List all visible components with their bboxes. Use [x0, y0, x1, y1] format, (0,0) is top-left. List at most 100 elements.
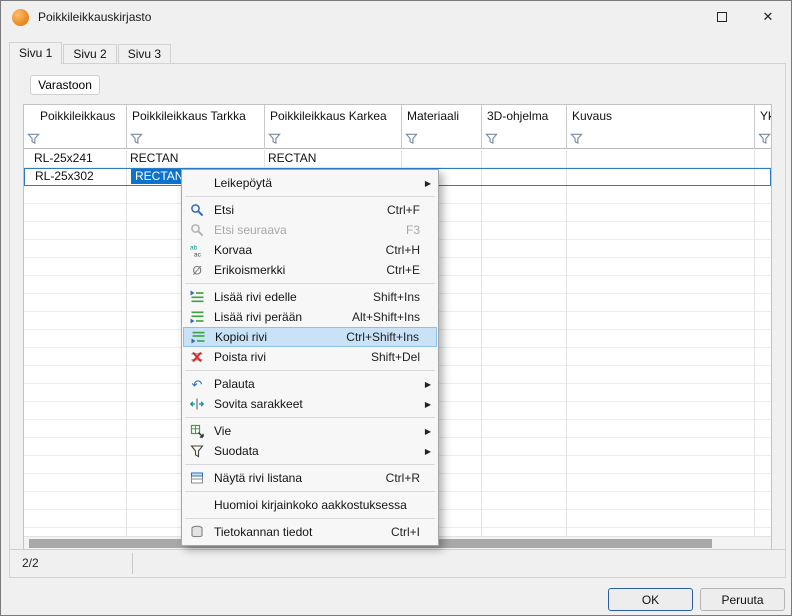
filter-funnel-icon[interactable]: [130, 132, 144, 146]
table-cell[interactable]: [482, 150, 567, 168]
tab-sivu-2[interactable]: Sivu 2: [63, 44, 116, 63]
menu-item-tietokannan-tiedot[interactable]: Tietokannan tiedotCtrl+I: [183, 522, 437, 542]
column-label: Yks: [755, 105, 772, 123]
table-cell[interactable]: RL-25x241: [24, 150, 127, 168]
menu-item-korvaa[interactable]: abacKorvaaCtrl+H: [183, 240, 437, 260]
column-header-kuvaus[interactable]: Kuvaus: [567, 105, 755, 149]
menu-item-lisaa-rivi-edelle[interactable]: Lisää rivi edelleShift+Ins: [183, 287, 437, 307]
column-label: Poikkileikkaus Karkea: [265, 105, 401, 123]
menu-item-shortcut: Ctrl+H: [376, 243, 420, 257]
menu-item-sovita-sarakkeet[interactable]: Sovita sarakkeet▶: [183, 394, 437, 414]
menu-item-shortcut: Ctrl+I: [381, 525, 420, 539]
menu-item-suodata[interactable]: Suodata▶: [183, 441, 437, 461]
window-controls: ✕: [699, 1, 791, 33]
table-cell[interactable]: [755, 150, 771, 168]
menu-item-shortcut: Ctrl+Shift+Ins: [336, 330, 419, 344]
column-label: Poikkileikkaus: [24, 105, 126, 123]
menu-item-label: Näytä rivi listana: [208, 471, 376, 485]
close-icon: ✕: [763, 9, 774, 25]
table-cell[interactable]: RECTAN: [127, 150, 265, 168]
menu-item-label: Kopioi rivi: [209, 330, 336, 344]
no-icon: [186, 175, 208, 191]
svg-text:ab: ab: [190, 245, 198, 252]
tab-bar: Sivu 1Sivu 2Sivu 3: [9, 42, 172, 63]
window-title: Poikkileikkauskirjasto: [38, 10, 151, 24]
table-cell[interactable]: [483, 169, 568, 185]
menu-separator: [185, 370, 435, 371]
menu-item-label: Leikepöytä: [208, 176, 410, 190]
app-icon: [12, 9, 29, 26]
dialog-window: Poikkileikkauskirjasto ✕ Sivu 1Sivu 2Siv…: [0, 0, 792, 616]
menu-item-label: Lisää rivi edelle: [208, 290, 363, 304]
menu-separator: [185, 283, 435, 284]
ok-button[interactable]: OK: [608, 588, 693, 611]
table-cell[interactable]: [568, 169, 756, 185]
filter-funnel-icon[interactable]: [758, 132, 772, 146]
column-header-3d-ohjelma[interactable]: 3D-ohjelma: [482, 105, 567, 149]
column-header-poikkileikkaus-karkea[interactable]: Poikkileikkaus Karkea: [265, 105, 402, 149]
menu-item-shortcut: Ctrl+E: [376, 263, 420, 277]
insert-row-below-icon: [186, 309, 208, 325]
tab-sivu-1[interactable]: Sivu 1: [9, 42, 62, 64]
filter-funnel-icon[interactable]: [405, 132, 419, 146]
table-cell[interactable]: RL-25x302: [25, 169, 128, 185]
column-separator: [481, 150, 482, 536]
table-cell[interactable]: RECTAN: [265, 150, 402, 168]
filter-funnel-icon[interactable]: [485, 132, 499, 146]
menu-separator: [185, 491, 435, 492]
table-cell[interactable]: [756, 169, 771, 185]
grid-header: PoikkileikkausPoikkileikkaus TarkkaPoikk…: [24, 105, 771, 149]
menu-separator: [185, 464, 435, 465]
menu-separator: [185, 518, 435, 519]
menu-item-leikepoyta[interactable]: Leikepöytä▶: [183, 173, 437, 193]
menu-item-label: Etsi: [208, 203, 377, 217]
column-separator: [754, 150, 755, 536]
column-header-materiaali[interactable]: Materiaali: [402, 105, 482, 149]
menu-item-etsi[interactable]: EtsiCtrl+F: [183, 200, 437, 220]
menu-item-label: Palauta: [208, 377, 410, 391]
close-button[interactable]: ✕: [745, 1, 791, 33]
menu-item-erikoismerkki[interactable]: ØErikoismerkkiCtrl+E: [183, 260, 437, 280]
show-as-list-icon: [186, 470, 208, 486]
insert-row-above-icon: [186, 289, 208, 305]
menu-item-palauta[interactable]: ↶Palauta▶: [183, 374, 437, 394]
menu-item-lisaa-rivi-peraan[interactable]: Lisää rivi peräänAlt+Shift+Ins: [183, 307, 437, 327]
menu-separator: [185, 196, 435, 197]
menu-item-label: Etsi seuraava: [208, 223, 396, 237]
menu-item-kopioi-rivi[interactable]: Kopioi riviCtrl+Shift+Ins: [183, 327, 437, 347]
svg-text:ac: ac: [194, 252, 202, 258]
table-row[interactable]: RL-25x241RECTANRECTAN: [24, 150, 771, 168]
filter-funnel-icon[interactable]: [268, 132, 282, 146]
menu-separator: [185, 417, 435, 418]
export-icon: [186, 423, 208, 439]
filter-funnel-icon[interactable]: [570, 132, 584, 146]
column-label: Kuvaus: [567, 105, 754, 123]
menu-item-nayta-rivi-listana[interactable]: Näytä rivi listanaCtrl+R: [183, 468, 437, 488]
table-cell[interactable]: [402, 150, 482, 168]
status-divider: [132, 553, 133, 574]
maximize-button[interactable]: [699, 1, 745, 33]
menu-item-shortcut: Ctrl+R: [376, 471, 420, 485]
column-label: Poikkileikkaus Tarkka: [127, 105, 264, 123]
menu-item-label: Poista rivi: [208, 350, 361, 364]
cancel-button[interactable]: Peruuta: [700, 588, 785, 611]
tab-sivu-3[interactable]: Sivu 3: [118, 44, 171, 63]
column-label: Materiaali: [402, 105, 481, 123]
table-cell[interactable]: [567, 150, 755, 168]
copy-row-icon: [187, 329, 209, 345]
menu-item-vie[interactable]: Vie▶: [183, 421, 437, 441]
menu-item-label: Erikoismerkki: [208, 263, 376, 277]
row-counter: 2/2: [22, 556, 39, 570]
maximize-icon: [717, 12, 727, 22]
varastoon-button[interactable]: Varastoon: [30, 75, 100, 95]
column-header-poikkileikkaus-tarkka[interactable]: Poikkileikkaus Tarkka: [127, 105, 265, 149]
menu-item-shortcut: F3: [396, 223, 420, 237]
menu-item-poista-rivi[interactable]: Poista riviShift+Del: [183, 347, 437, 367]
menu-item-huomioi-kirjainkoko-aakkostuksessa[interactable]: Huomioi kirjainkoko aakkostuksessa: [183, 495, 437, 515]
column-header-yks[interactable]: Yks: [755, 105, 772, 149]
filter-funnel-icon[interactable]: [27, 132, 41, 146]
submenu-arrow-icon: ▶: [420, 427, 431, 436]
column-header-poikkileikkaus[interactable]: Poikkileikkaus: [24, 105, 127, 149]
submenu-arrow-icon: ▶: [420, 400, 431, 409]
title-bar: Poikkileikkauskirjasto ✕: [1, 1, 791, 33]
